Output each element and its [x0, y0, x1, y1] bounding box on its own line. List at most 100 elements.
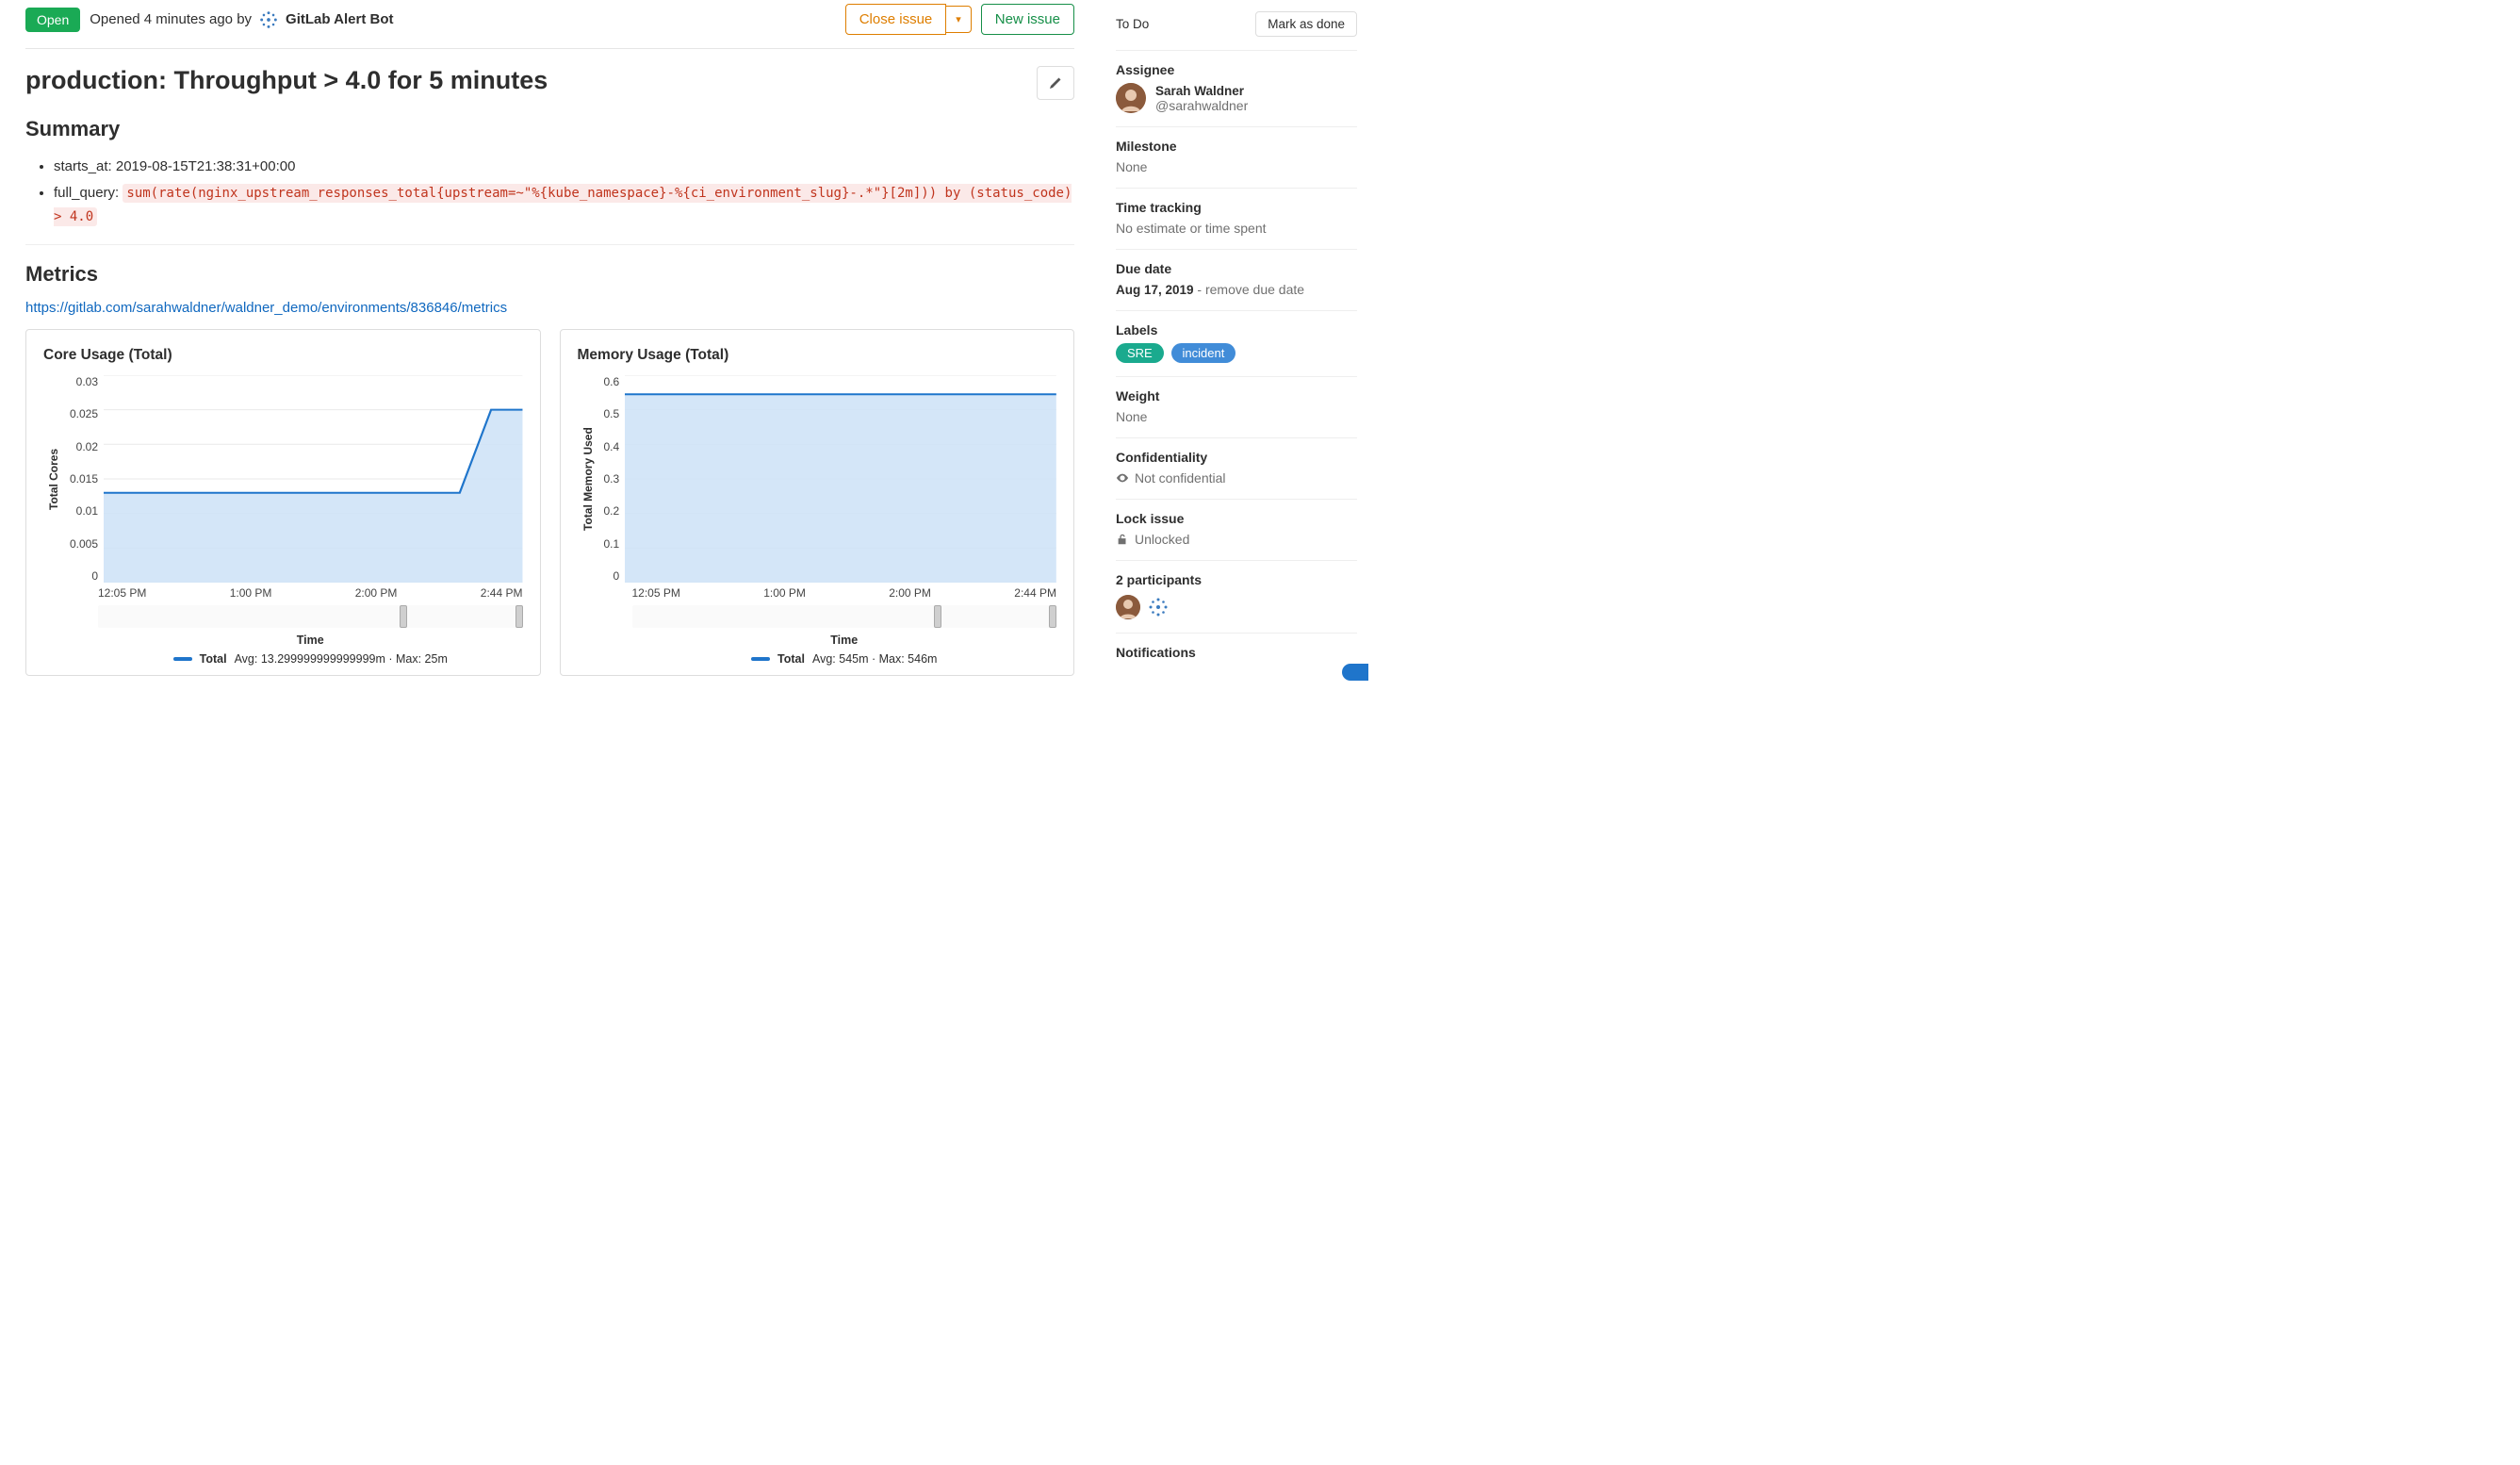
chart-card-memory-usage: Memory Usage (Total) Total Memory Used 0… [560, 329, 1075, 676]
ytick: 0.6 [604, 375, 620, 388]
lock-label: Lock issue [1116, 511, 1357, 526]
label-chip[interactable]: SRE [1116, 343, 1164, 363]
xtick: 2:00 PM [355, 586, 398, 600]
xtick: 1:00 PM [230, 586, 272, 600]
labels-label: Labels [1116, 322, 1357, 337]
participant-avatar-icon[interactable] [1146, 595, 1170, 619]
status-badge: Open [25, 8, 80, 32]
legend-stats: Avg: 13.299999999999999m · Max: 25m [235, 652, 448, 666]
chart-xlabel: Time [43, 634, 523, 647]
participants-label: 2 participants [1116, 572, 1357, 587]
opened-text: Opened 4 minutes ago by [90, 11, 252, 27]
time-value: No estimate or time spent [1116, 221, 1357, 236]
summary-item-label: starts_at: [54, 158, 112, 174]
ytick: 0.2 [604, 504, 620, 518]
xtick: 1:00 PM [763, 586, 806, 600]
weight-label: Weight [1116, 388, 1357, 403]
eye-icon [1116, 471, 1129, 485]
chart-title: Memory Usage (Total) [578, 347, 1057, 364]
close-issue-button[interactable]: Close issue [845, 4, 947, 35]
notifications-toggle[interactable] [1342, 664, 1368, 681]
legend-swatch-icon [751, 657, 770, 661]
chart-plot[interactable] [625, 375, 1056, 583]
mark-done-button[interactable]: Mark as done [1255, 11, 1357, 37]
summary-heading: Summary [25, 117, 1074, 141]
chart-plot[interactable] [104, 375, 522, 583]
legend-swatch-icon [173, 657, 192, 661]
sidebar-todo: To Do Mark as done [1116, 11, 1357, 51]
summary-item-code: sum(rate(nginx_upstream_responses_total{… [54, 184, 1072, 227]
milestone-label: Milestone [1116, 139, 1357, 154]
summary-item: full_query: sum(rate(nginx_upstream_resp… [54, 181, 1074, 230]
chart-title: Core Usage (Total) [43, 347, 523, 364]
metrics-link[interactable]: https://gitlab.com/sarahwaldner/waldner_… [25, 300, 507, 316]
due-value: Aug 17, 2019 [1116, 283, 1194, 297]
issue-header: Open Opened 4 minutes ago by GitLab Aler… [25, 4, 1074, 49]
sidebar-milestone: Milestone None [1116, 127, 1357, 189]
xtick: 2:00 PM [889, 586, 931, 600]
ytick: 0.03 [76, 375, 98, 388]
ytick: 0 [614, 569, 620, 583]
lock-value: Unlocked [1116, 532, 1357, 547]
ytick: 0 [91, 569, 98, 583]
summary-item-label: full_query: [54, 185, 119, 201]
time-label: Time tracking [1116, 200, 1357, 215]
sidebar-lock: Lock issue Unlocked [1116, 500, 1357, 561]
sidebar-time-tracking: Time tracking No estimate or time spent [1116, 189, 1357, 250]
chart-yaxis: 0.03 0.025 0.02 0.015 0.01 0.005 0 [64, 375, 104, 583]
sidebar-labels: Labels SRE incident [1116, 311, 1357, 377]
issue-title: production: Throughput > 4.0 for 5 minut… [25, 66, 1025, 95]
legend-name: Total [777, 652, 805, 666]
sidebar-weight: Weight None [1116, 377, 1357, 438]
chart-ylabel: Total Memory Used [578, 375, 598, 583]
xtick: 2:44 PM [1014, 586, 1056, 600]
chart-yaxis: 0.6 0.5 0.4 0.3 0.2 0.1 0 [598, 375, 626, 583]
chart-overview[interactable] [632, 605, 1057, 628]
todo-label: To Do [1116, 17, 1149, 31]
author-avatar-icon[interactable] [257, 8, 280, 31]
edit-button[interactable] [1037, 66, 1074, 100]
unlock-icon [1116, 533, 1129, 546]
assignee-name[interactable]: Sarah Waldner [1155, 84, 1248, 98]
new-issue-button[interactable]: New issue [981, 4, 1074, 35]
chart-legend: Total Avg: 13.299999999999999m · Max: 25… [43, 652, 523, 666]
label-chip[interactable]: incident [1171, 343, 1236, 363]
legend-name: Total [200, 652, 227, 666]
chart-card-core-usage: Core Usage (Total) Total Cores 0.03 0.02… [25, 329, 541, 676]
weight-value: None [1116, 409, 1357, 424]
ytick: 0.02 [76, 440, 98, 453]
sidebar-assignee: Assignee Sarah Waldner @sarahwaldner [1116, 51, 1357, 127]
xtick: 12:05 PM [98, 586, 146, 600]
chart-ylabel: Total Cores [43, 375, 64, 583]
assignee-avatar-icon[interactable] [1116, 83, 1146, 113]
close-issue-caret-button[interactable] [946, 6, 972, 33]
author-name[interactable]: GitLab Alert Bot [286, 11, 393, 27]
ytick: 0.025 [70, 407, 98, 420]
ytick: 0.3 [604, 472, 620, 486]
participant-avatar-icon[interactable] [1116, 595, 1140, 619]
chart-xaxis: 12:05 PM 1:00 PM 2:00 PM 2:44 PM [43, 583, 523, 600]
summary-item: starts_at: 2019-08-15T21:38:31+00:00 [54, 155, 1074, 179]
ytick: 0.5 [604, 407, 620, 420]
sidebar-confidentiality: Confidentiality Not confidential [1116, 438, 1357, 500]
sidebar-notifications: Notifications [1116, 634, 1357, 679]
sidebar-due-date: Due date Aug 17, 2019 - remove due date [1116, 250, 1357, 311]
ytick: 0.01 [76, 504, 98, 518]
xtick: 12:05 PM [632, 586, 680, 600]
remove-due-date-link[interactable]: - remove due date [1194, 282, 1305, 297]
chart-xlabel: Time [578, 634, 1057, 647]
metrics-heading: Metrics [25, 262, 1074, 287]
chart-xaxis: 12:05 PM 1:00 PM 2:00 PM 2:44 PM [578, 583, 1057, 600]
notifications-label: Notifications [1116, 645, 1357, 660]
summary-item-value: 2019-08-15T21:38:31+00:00 [116, 158, 296, 174]
summary-list: starts_at: 2019-08-15T21:38:31+00:00 ful… [25, 155, 1074, 229]
milestone-value: None [1116, 159, 1357, 174]
legend-stats: Avg: 545m · Max: 546m [812, 652, 937, 666]
ytick: 0.1 [604, 537, 620, 551]
chart-overview[interactable] [98, 605, 523, 628]
ytick: 0.4 [604, 440, 620, 453]
chart-legend: Total Avg: 545m · Max: 546m [578, 652, 1057, 666]
ytick: 0.005 [70, 537, 98, 551]
issue-sidebar: To Do Mark as done Assignee Sarah Waldne… [1103, 4, 1357, 679]
sidebar-participants: 2 participants [1116, 561, 1357, 634]
